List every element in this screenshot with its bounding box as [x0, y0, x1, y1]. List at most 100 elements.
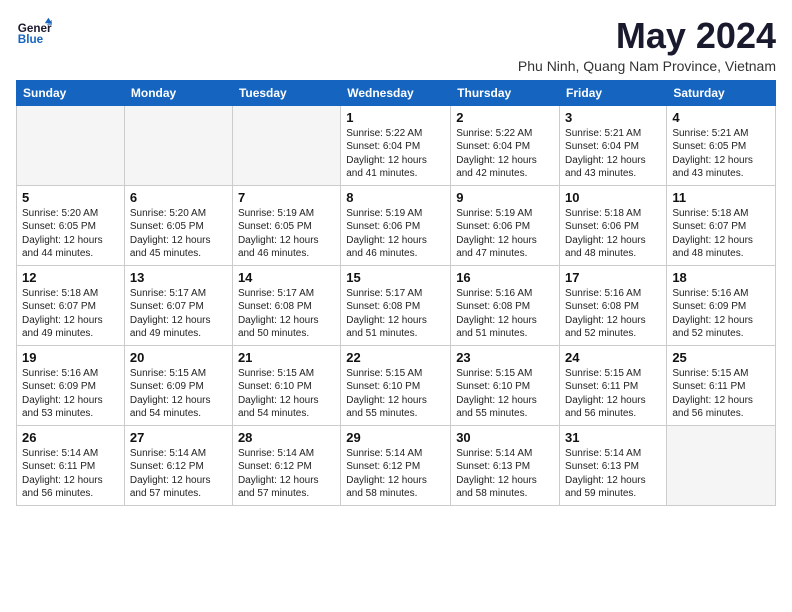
- day-number: 8: [346, 190, 445, 205]
- calendar-cell: 21Sunrise: 5:15 AMSunset: 6:10 PMDayligh…: [232, 345, 340, 425]
- cell-info: Sunrise: 5:14 AMSunset: 6:12 PMDaylight:…: [238, 447, 335, 501]
- cell-info: Sunrise: 5:21 AMSunset: 6:04 PMDaylight:…: [565, 127, 661, 181]
- day-number: 6: [130, 190, 227, 205]
- day-number: 13: [130, 270, 227, 285]
- page-header: General Blue May 2024 Phu Ninh, Quang Na…: [16, 16, 776, 74]
- header-sunday: Sunday: [17, 80, 125, 105]
- cell-info: Sunrise: 5:20 AMSunset: 6:05 PMDaylight:…: [130, 207, 227, 261]
- calendar-cell: 28 Sunrise: 5:14 AMSunset: 6:12 PMDayligh…: [232, 425, 340, 505]
- calendar-cell: 8Sunrise: 5:19 AMSunset: 6:06 PMDaylight…: [341, 185, 451, 265]
- calendar-cell: 2 Sunrise: 5:22 AMSunset: 6:04 PMDaylight…: [451, 105, 560, 185]
- cell-info: Sunrise: 5:18 AMSunset: 6:07 PMDaylight:…: [22, 287, 119, 341]
- header-wednesday: Wednesday: [341, 80, 451, 105]
- day-number: 1: [346, 110, 445, 125]
- calendar-cell: 11 Sunrise: 5:18 AMSunset: 6:07 PMDayligh…: [667, 185, 776, 265]
- calendar-week-4: 19 Sunrise: 5:16 AMSunset: 6:09 PMDayligh…: [17, 345, 776, 425]
- calendar-cell: [124, 105, 232, 185]
- calendar-cell: 1 Sunrise: 5:22 AMSunset: 6:04 PMDaylight…: [341, 105, 451, 185]
- calendar-week-5: 26Sunrise: 5:14 AMSunset: 6:11 PMDayligh…: [17, 425, 776, 505]
- day-number: 30: [456, 430, 554, 445]
- day-number: 29: [346, 430, 445, 445]
- cell-info: Sunrise: 5:15 AMSunset: 6:11 PMDaylight:…: [565, 367, 661, 421]
- day-number: 2: [456, 110, 554, 125]
- cell-info: Sunrise: 5:17 AMSunset: 6:08 PMDaylight:…: [346, 287, 445, 341]
- day-number: 22: [346, 350, 445, 365]
- calendar-table: SundayMondayTuesdayWednesdayThursdayFrid…: [16, 80, 776, 506]
- day-number: 14: [238, 270, 335, 285]
- location-subtitle: Phu Ninh, Quang Nam Province, Vietnam: [518, 58, 776, 74]
- cell-info: Sunrise: 5:22 AMSunset: 6:04 PMDaylight:…: [346, 127, 445, 181]
- day-number: 31: [565, 430, 661, 445]
- calendar-cell: 10 Sunrise: 5:18 AMSunset: 6:06 PMDayligh…: [560, 185, 667, 265]
- cell-info: Sunrise: 5:15 AMSunset: 6:10 PMDaylight:…: [456, 367, 554, 421]
- calendar-week-3: 12Sunrise: 5:18 AMSunset: 6:07 PMDayligh…: [17, 265, 776, 345]
- cell-info: Sunrise: 5:19 AMSunset: 6:05 PMDaylight:…: [238, 207, 335, 261]
- calendar-cell: 15 Sunrise: 5:17 AMSunset: 6:08 PMDayligh…: [341, 265, 451, 345]
- cell-info: Sunrise: 5:20 AMSunset: 6:05 PMDaylight:…: [22, 207, 119, 261]
- cell-info: Sunrise: 5:14 AMSunset: 6:12 PMDaylight:…: [130, 447, 227, 501]
- day-number: 17: [565, 270, 661, 285]
- cell-info: Sunrise: 5:14 AMSunset: 6:12 PMDaylight:…: [346, 447, 445, 501]
- day-number: 11: [672, 190, 770, 205]
- header-row: SundayMondayTuesdayWednesdayThursdayFrid…: [17, 80, 776, 105]
- calendar-cell: [232, 105, 340, 185]
- calendar-cell: 13 Sunrise: 5:17 AMSunset: 6:07 PMDayligh…: [124, 265, 232, 345]
- day-number: 10: [565, 190, 661, 205]
- calendar-cell: 16Sunrise: 5:16 AMSunset: 6:08 PMDayligh…: [451, 265, 560, 345]
- calendar-cell: [17, 105, 125, 185]
- calendar-cell: 26Sunrise: 5:14 AMSunset: 6:11 PMDayligh…: [17, 425, 125, 505]
- calendar-week-1: 1 Sunrise: 5:22 AMSunset: 6:04 PMDaylight…: [17, 105, 776, 185]
- cell-info: Sunrise: 5:18 AMSunset: 6:07 PMDaylight:…: [672, 207, 770, 261]
- day-number: 27: [130, 430, 227, 445]
- calendar-cell: 29 Sunrise: 5:14 AMSunset: 6:12 PMDayligh…: [341, 425, 451, 505]
- day-number: 25: [672, 350, 770, 365]
- cell-info: Sunrise: 5:19 AMSunset: 6:06 PMDaylight:…: [456, 207, 554, 261]
- header-monday: Monday: [124, 80, 232, 105]
- cell-info: Sunrise: 5:17 AMSunset: 6:08 PMDaylight:…: [238, 287, 335, 341]
- day-number: 28: [238, 430, 335, 445]
- calendar-cell: 23Sunrise: 5:15 AMSunset: 6:10 PMDayligh…: [451, 345, 560, 425]
- calendar-cell: 22Sunrise: 5:15 AMSunset: 6:10 PMDayligh…: [341, 345, 451, 425]
- cell-info: Sunrise: 5:15 AMSunset: 6:11 PMDaylight:…: [672, 367, 770, 421]
- calendar-cell: 3 Sunrise: 5:21 AMSunset: 6:04 PMDaylight…: [560, 105, 667, 185]
- day-number: 20: [130, 350, 227, 365]
- month-title: May 2024: [518, 16, 776, 56]
- calendar-cell: [667, 425, 776, 505]
- day-number: 4: [672, 110, 770, 125]
- day-number: 15: [346, 270, 445, 285]
- cell-info: Sunrise: 5:14 AMSunset: 6:13 PMDaylight:…: [565, 447, 661, 501]
- logo: General Blue: [16, 16, 52, 52]
- cell-info: Sunrise: 5:16 AMSunset: 6:09 PMDaylight:…: [22, 367, 119, 421]
- calendar-cell: 25 Sunrise: 5:15 AMSunset: 6:11 PMDayligh…: [667, 345, 776, 425]
- calendar-cell: 31 Sunrise: 5:14 AMSunset: 6:13 PMDayligh…: [560, 425, 667, 505]
- day-number: 18: [672, 270, 770, 285]
- day-number: 26: [22, 430, 119, 445]
- calendar-cell: 19 Sunrise: 5:16 AMSunset: 6:09 PMDayligh…: [17, 345, 125, 425]
- day-number: 7: [238, 190, 335, 205]
- calendar-cell: 27 Sunrise: 5:14 AMSunset: 6:12 PMDayligh…: [124, 425, 232, 505]
- cell-info: Sunrise: 5:18 AMSunset: 6:06 PMDaylight:…: [565, 207, 661, 261]
- calendar-cell: 24Sunrise: 5:15 AMSunset: 6:11 PMDayligh…: [560, 345, 667, 425]
- calendar-cell: 20 Sunrise: 5:15 AMSunset: 6:09 PMDayligh…: [124, 345, 232, 425]
- day-number: 19: [22, 350, 119, 365]
- calendar-cell: 30 Sunrise: 5:14 AMSunset: 6:13 PMDayligh…: [451, 425, 560, 505]
- cell-info: Sunrise: 5:16 AMSunset: 6:08 PMDaylight:…: [565, 287, 661, 341]
- cell-info: Sunrise: 5:15 AMSunset: 6:10 PMDaylight:…: [238, 367, 335, 421]
- cell-info: Sunrise: 5:15 AMSunset: 6:09 PMDaylight:…: [130, 367, 227, 421]
- calendar-cell: 17 Sunrise: 5:16 AMSunset: 6:08 PMDayligh…: [560, 265, 667, 345]
- calendar-week-2: 5 Sunrise: 5:20 AMSunset: 6:05 PMDaylight…: [17, 185, 776, 265]
- calendar-cell: 9Sunrise: 5:19 AMSunset: 6:06 PMDaylight…: [451, 185, 560, 265]
- cell-info: Sunrise: 5:17 AMSunset: 6:07 PMDaylight:…: [130, 287, 227, 341]
- cell-info: Sunrise: 5:16 AMSunset: 6:09 PMDaylight:…: [672, 287, 770, 341]
- header-thursday: Thursday: [451, 80, 560, 105]
- header-tuesday: Tuesday: [232, 80, 340, 105]
- cell-info: Sunrise: 5:14 AMSunset: 6:13 PMDaylight:…: [456, 447, 554, 501]
- cell-info: Sunrise: 5:22 AMSunset: 6:04 PMDaylight:…: [456, 127, 554, 181]
- cell-info: Sunrise: 5:21 AMSunset: 6:05 PMDaylight:…: [672, 127, 770, 181]
- calendar-cell: 12Sunrise: 5:18 AMSunset: 6:07 PMDayligh…: [17, 265, 125, 345]
- day-number: 3: [565, 110, 661, 125]
- header-friday: Friday: [560, 80, 667, 105]
- day-number: 5: [22, 190, 119, 205]
- calendar-cell: 4 Sunrise: 5:21 AMSunset: 6:05 PMDaylight…: [667, 105, 776, 185]
- logo-icon: General Blue: [16, 16, 52, 52]
